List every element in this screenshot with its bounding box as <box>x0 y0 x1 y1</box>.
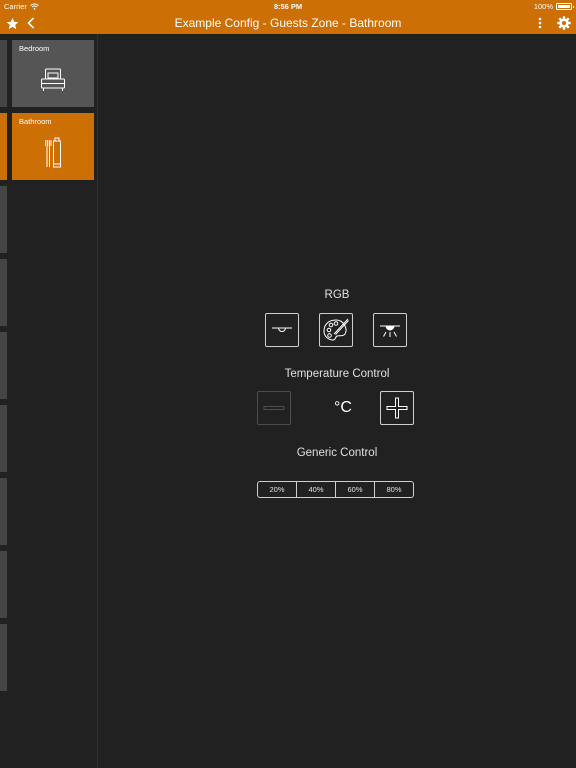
battery-percent: 100% <box>533 2 553 11</box>
segment-60-percent[interactable]: 60% <box>336 482 375 497</box>
color-palette-button[interactable] <box>319 313 353 347</box>
zone-label: Bathroom <box>19 117 52 126</box>
status-bar: Carrier 8:56 PM 100% <box>0 0 576 12</box>
nav-bar: Example Config - Guests Zone - Bathroom <box>0 12 576 34</box>
toothbrush-icon <box>38 135 68 171</box>
gear-icon[interactable] <box>556 14 572 32</box>
sidebar-edge-tab[interactable] <box>0 332 7 399</box>
sidebar-edge-tab[interactable] <box>0 551 7 618</box>
generic-control-segments: 20% 40% 60% 80% <box>257 481 414 498</box>
segment-40-percent[interactable]: 40% <box>297 482 336 497</box>
sidebar-edge-tab-active[interactable] <box>0 113 7 180</box>
temperature-decrease-button[interactable] <box>257 391 291 425</box>
color-palette-icon <box>323 318 349 341</box>
more-icon[interactable] <box>536 14 544 32</box>
segment-80-percent[interactable]: 80% <box>375 482 413 497</box>
plus-icon <box>386 397 408 419</box>
temperature-unit: °C <box>334 399 352 416</box>
rgb-title: RGB <box>324 289 350 301</box>
sidebar-edge-tab[interactable] <box>0 186 7 253</box>
zone-sidebar: Bedroom Bathroom <box>0 34 98 768</box>
light-on-icon <box>380 325 400 337</box>
page-title: Example Config - Guests Zone - Bathroom <box>174 16 402 30</box>
temperature-title: Temperature Control <box>284 368 390 380</box>
minus-icon <box>263 406 285 410</box>
temperature-increase-button[interactable] <box>380 391 414 425</box>
status-time: 8:56 PM <box>273 2 303 11</box>
light-off-button[interactable] <box>265 313 299 347</box>
sidebar-edge-tab[interactable] <box>0 624 7 691</box>
sidebar-edge-tab[interactable] <box>0 259 7 326</box>
battery-group: 100% <box>533 2 574 11</box>
sidebar-edge-tab[interactable] <box>0 405 7 472</box>
battery-icon <box>556 3 574 10</box>
light-on-button[interactable] <box>373 313 407 347</box>
zone-tile-bathroom[interactable]: Bathroom <box>12 113 94 180</box>
zone-tile-bedroom[interactable]: Bedroom <box>12 40 94 107</box>
light-off-icon <box>272 327 292 332</box>
bed-icon <box>38 62 68 98</box>
sidebar-edge-tab[interactable] <box>0 40 7 107</box>
segment-20-percent[interactable]: 20% <box>258 482 297 497</box>
sidebar-edge-tab[interactable] <box>0 478 7 545</box>
zone-label: Bedroom <box>19 44 50 53</box>
generic-control-title: Generic Control <box>296 447 378 459</box>
